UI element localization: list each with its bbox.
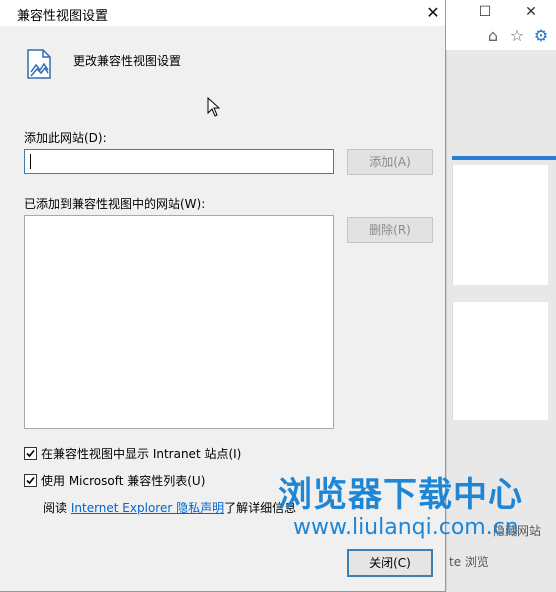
dialog-title: 兼容性视图设置	[17, 9, 109, 24]
watermark-url: www.liulanqi.com.cn	[293, 515, 519, 540]
intranet-checkbox-label[interactable]: 在兼容性视图中显示 Intranet 站点(I)	[41, 445, 241, 462]
remove-button[interactable]: 删除(R)	[347, 217, 433, 243]
content-card	[452, 165, 548, 285]
compatibility-view-icon	[27, 49, 51, 79]
privacy-statement-link[interactable]: Internet Explorer 隐私声明	[71, 501, 224, 515]
add-button[interactable]: 添加(A)	[347, 149, 433, 175]
section-accent-bar	[452, 156, 556, 160]
privacy-info-text: 阅读 Internet Explorer 隐私声明了解详细信息	[43, 499, 296, 516]
close-icon[interactable]: ✕	[521, 3, 541, 21]
text-caret	[30, 154, 31, 169]
close-button[interactable]: 关闭(C)	[347, 549, 433, 577]
maximize-icon[interactable]: ☐	[475, 3, 495, 21]
add-site-input[interactable]	[24, 149, 334, 174]
dialog-titlebar: 兼容性视图设置 ✕	[0, 0, 445, 26]
side-text-browse: te 浏览	[449, 555, 489, 569]
microsoft-list-checkbox-label[interactable]: 使用 Microsoft 兼容性列表(U)	[41, 472, 205, 489]
checkmark-icon	[26, 476, 35, 485]
mouse-cursor-icon	[207, 97, 221, 117]
added-sites-list[interactable]	[24, 215, 334, 429]
add-site-label: 添加此网站(D):	[24, 131, 107, 145]
added-sites-label: 已添加到兼容性视图中的网站(W):	[24, 197, 206, 211]
favorites-star-icon[interactable]: ☆	[507, 26, 527, 46]
checkmark-icon	[26, 449, 35, 458]
gear-icon[interactable]: ⚙	[531, 26, 551, 46]
dialog-header-text: 更改兼容性视图设置	[73, 54, 182, 68]
intranet-checkbox[interactable]	[24, 447, 37, 460]
dialog-close-icon[interactable]: ✕	[422, 2, 444, 24]
content-card	[452, 302, 548, 420]
home-icon[interactable]: ⌂	[483, 26, 503, 46]
microsoft-list-checkbox[interactable]	[24, 474, 37, 487]
info-prefix: 阅读	[43, 501, 68, 515]
watermark-title: 浏览器下载中心	[278, 475, 523, 515]
